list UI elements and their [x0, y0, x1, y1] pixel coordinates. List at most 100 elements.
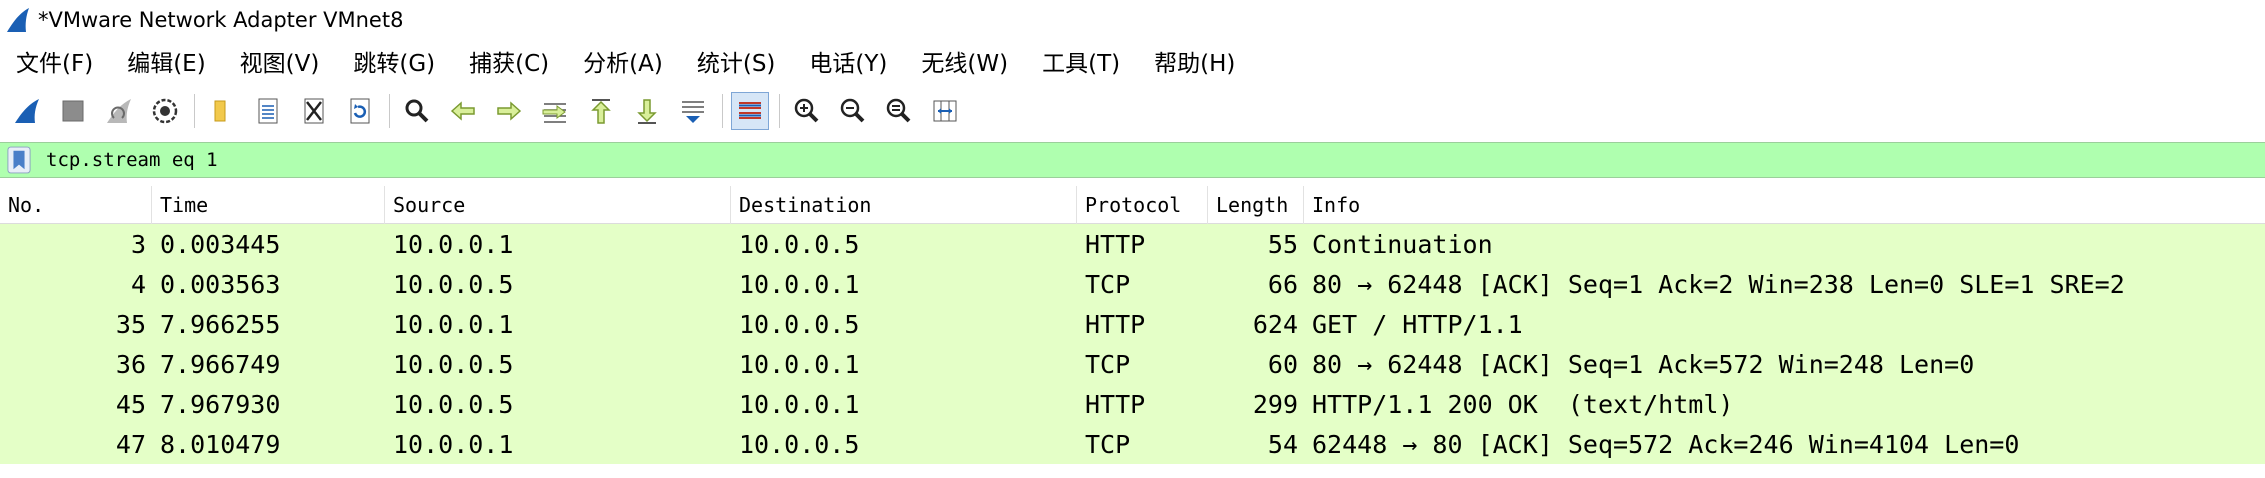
cell-no: 36 — [115, 349, 146, 379]
go-forward-button[interactable] — [490, 92, 528, 130]
zoom-out-button[interactable] — [834, 92, 872, 130]
cell-source: 10.0.0.5 — [393, 389, 514, 419]
menu-capture[interactable]: 捕获(C) — [459, 40, 559, 82]
capture-options-button[interactable] — [146, 92, 184, 130]
resize-columns-button[interactable] — [926, 92, 964, 130]
reload-file-button[interactable] — [341, 92, 379, 130]
zoom-normal-button[interactable] — [880, 92, 918, 130]
colorize-icon — [739, 102, 761, 119]
packet-list: No. Time Source Destination Protocol Len… — [0, 186, 2265, 478]
cell-time: 7.967930 — [160, 389, 281, 419]
wireshark-fin-icon — [7, 8, 29, 32]
menu-edit[interactable]: 编辑(E) — [117, 40, 215, 82]
cell-destination: 10.0.0.5 — [739, 229, 860, 259]
start-capture-button[interactable] — [8, 92, 46, 130]
packet-list-header: No. Time Source Destination Protocol Len… — [0, 186, 2265, 224]
cell-protocol: HTTP — [1085, 389, 1146, 419]
column-header-source[interactable]: Source — [385, 186, 731, 224]
cell-info: 62448 → 80 [ACK] Seq=572 Ack=246 Win=410… — [1312, 429, 2020, 459]
menu-go[interactable]: 跳转(G) — [343, 40, 445, 82]
table-row[interactable]: 3 0.003445 10.0.0.1 10.0.0.5 HTTP 55 Con… — [0, 224, 2265, 264]
open-file-button[interactable] — [203, 92, 241, 130]
forward-arrow-icon — [497, 101, 522, 121]
cell-source: 10.0.0.1 — [393, 229, 514, 259]
cell-info: GET / HTTP/1.1 — [1312, 309, 1523, 339]
cell-length: 66 — [1267, 269, 1298, 299]
go-to-packet-button[interactable] — [536, 92, 574, 130]
menu-view[interactable]: 视图(V) — [230, 40, 330, 82]
cell-no: 4 — [130, 269, 146, 299]
zoom-in-icon — [794, 98, 819, 123]
window-title: *VMware Network Adapter VMnet8 — [38, 8, 404, 32]
go-back-button[interactable] — [444, 92, 482, 130]
cell-source: 10.0.0.1 — [393, 309, 514, 339]
close-file-button[interactable] — [295, 92, 333, 130]
cell-destination: 10.0.0.1 — [739, 389, 860, 419]
restart-capture-button[interactable] — [100, 92, 138, 130]
column-header-protocol[interactable]: Protocol — [1077, 186, 1208, 224]
menu-file[interactable]: 文件(F) — [6, 40, 103, 82]
table-row[interactable]: 36 7.966749 10.0.0.5 10.0.0.1 TCP 60 80 … — [0, 344, 2265, 384]
cell-time: 7.966749 — [160, 349, 281, 379]
menu-telephony[interactable]: 电话(Y) — [799, 40, 897, 82]
packet-rows: 3 0.003445 10.0.0.1 10.0.0.5 HTTP 55 Con… — [0, 224, 2265, 464]
cell-protocol: TCP — [1085, 269, 1131, 299]
folder-open-icon — [214, 100, 226, 122]
cell-info: HTTP/1.1 200 OK (text/html) — [1312, 389, 1734, 419]
find-packet-button[interactable] — [398, 92, 436, 130]
autoscroll-icon — [682, 101, 704, 123]
back-arrow-icon — [450, 101, 475, 121]
resize-columns-icon — [933, 100, 957, 122]
menu-statistics[interactable]: 统计(S) — [687, 40, 786, 82]
display-filter-bar — [0, 142, 2265, 178]
column-header-length[interactable]: Length — [1208, 186, 1304, 224]
toolbar-separator — [194, 94, 195, 128]
zoom-in-button[interactable] — [788, 92, 826, 130]
cell-length: 624 — [1252, 309, 1298, 339]
cell-info: Continuation — [1312, 229, 1493, 259]
display-filter-input[interactable] — [46, 143, 2265, 177]
restart-fin-icon — [107, 99, 131, 123]
colorize-button[interactable] — [731, 92, 769, 130]
table-row[interactable]: 45 7.967930 10.0.0.5 10.0.0.1 HTTP 299 H… — [0, 384, 2265, 424]
table-row[interactable]: 47 8.010479 10.0.0.1 10.0.0.5 TCP 54 624… — [0, 424, 2265, 464]
cell-protocol: HTTP — [1085, 309, 1146, 339]
save-file-button[interactable] — [249, 92, 287, 130]
first-packet-button[interactable] — [582, 92, 620, 130]
cell-time: 0.003445 — [160, 229, 281, 259]
cell-destination: 10.0.0.1 — [739, 269, 860, 299]
cell-length: 54 — [1267, 429, 1298, 459]
auto-scroll-button[interactable] — [674, 92, 712, 130]
cell-destination: 10.0.0.5 — [739, 309, 860, 339]
cell-destination: 10.0.0.5 — [739, 429, 860, 459]
toolbar-separator — [389, 94, 390, 128]
menu-tools[interactable]: 工具(T) — [1032, 40, 1130, 82]
cell-info: 80 → 62448 [ACK] Seq=1 Ack=2 Win=238 Len… — [1312, 269, 2125, 299]
menu-help[interactable]: 帮助(H) — [1144, 40, 1245, 82]
column-header-time[interactable]: Time — [152, 186, 385, 224]
goto-packet-icon — [542, 103, 566, 123]
toolbar-separator — [779, 94, 780, 128]
stop-capture-button[interactable] — [54, 92, 92, 130]
cell-protocol: HTTP — [1085, 229, 1146, 259]
table-row[interactable]: 35 7.966255 10.0.0.1 10.0.0.5 HTTP 624 G… — [0, 304, 2265, 344]
cell-no: 45 — [115, 389, 146, 419]
cell-protocol: TCP — [1085, 429, 1131, 459]
table-row[interactable]: 4 0.003563 10.0.0.5 10.0.0.1 TCP 66 80 →… — [0, 264, 2265, 304]
zoom-normal-icon — [886, 98, 911, 123]
column-header-info[interactable]: Info — [1304, 186, 2265, 224]
column-header-no[interactable]: No. — [0, 186, 152, 224]
gear-options-icon — [152, 98, 178, 124]
cell-length: 299 — [1252, 389, 1298, 419]
last-packet-button[interactable] — [628, 92, 666, 130]
menu-wireless[interactable]: 无线(W) — [911, 40, 1018, 82]
cell-source: 10.0.0.5 — [393, 349, 514, 379]
reload-icon — [350, 98, 370, 124]
bookmark-icon — [7, 146, 31, 174]
menu-analyze[interactable]: 分析(A) — [573, 40, 673, 82]
cell-protocol: TCP — [1085, 349, 1131, 379]
cell-source: 10.0.0.1 — [393, 429, 514, 459]
column-header-destination[interactable]: Destination — [731, 186, 1077, 224]
cell-time: 0.003563 — [160, 269, 281, 299]
filter-bookmark-button[interactable] — [6, 145, 32, 175]
